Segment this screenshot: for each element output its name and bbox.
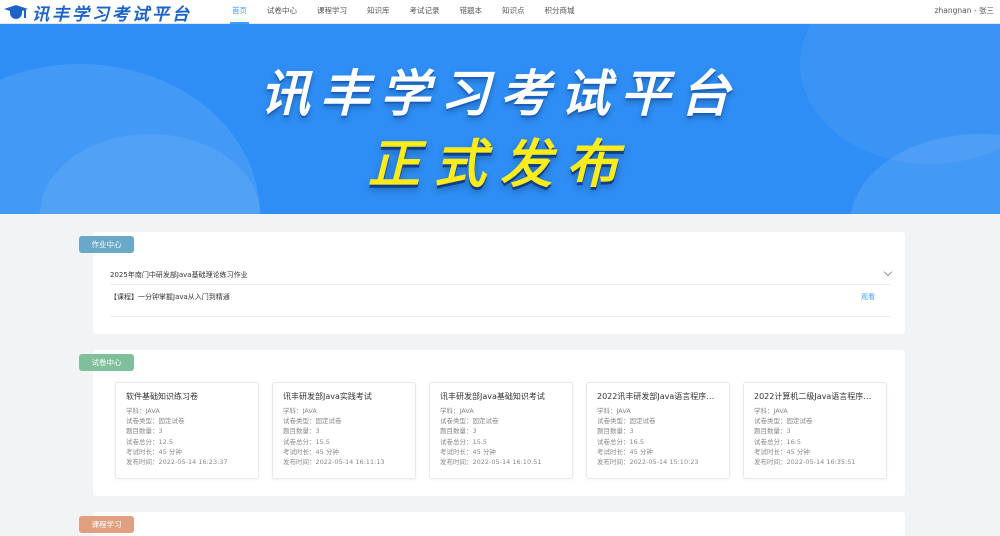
exam-card[interactable]: 2022计算机二级Java语言程序设计考试 学科：JAVA 试卷类型：固定试卷 … [743,382,887,479]
exam-card-type: 试卷类型：固定试卷 [597,417,656,426]
nav-item-exam-center[interactable]: 试卷中心 [257,0,307,24]
exam-card-count: 题目数量：3 [754,427,791,436]
exam-card-count: 题目数量：3 [597,427,634,436]
homework-section: 作业中心 2025年南门中研发部Java基础理论练习作业 【课程】一分钟掌握Ja… [79,232,905,334]
exam-section-tag: 试卷中心 [79,354,134,371]
exam-card[interactable]: 2022讯丰研发部Java语言程序设计考试 学科：JAVA 试卷类型：固定试卷 … [586,382,730,479]
nav-item-points-mall[interactable]: 积分商城 [535,0,585,24]
exam-card-duration: 考试时长：45 分钟 [126,447,182,456]
homework-item: 【课程】一分钟掌握Java从入门到精通 [110,293,230,301]
nav-item-knowledge-base[interactable]: 知识库 [357,0,400,24]
exam-card-published: 发布时间：2022-05-14 16:35:51 [754,458,856,467]
hero-banner: 讯丰学习考试平台 正式发布 [0,24,1000,214]
exam-card-title: 2022计算机二级Java语言程序设计考试 [754,392,876,401]
exam-card-title: 讯丰研发部Java基础知识考试 [440,392,545,401]
exam-card[interactable]: 讯丰研发部Java基础知识考试 学科：JAVA 试卷类型：固定试卷 题目数量：3… [429,382,573,479]
graduation-cap-icon [4,3,28,21]
homework-section-tag: 作业中心 [79,236,134,253]
exam-card-type: 试卷类型：固定试卷 [440,417,499,426]
exam-card-published: 发布时间：2022-05-14 16:11:13 [283,458,385,467]
course-section-tag: 课程学习 [79,516,134,533]
exam-card-subject: 学科：JAVA [597,407,631,415]
divider [110,316,891,317]
homework-group-title[interactable]: 2025年南门中研发部Java基础理论练习作业 [110,270,248,280]
exam-card-subject: 学科：JAVA [440,407,474,415]
exam-card-duration: 考试时长：45 分钟 [597,447,653,456]
exam-card-subject: 学科：JAVA [283,407,317,415]
nav-item-wrong-questions[interactable]: 错题本 [450,0,493,24]
exam-section: 试卷中心 软件基础知识练习卷 学科：JAVA 试卷类型：固定试卷 题目数量：3 … [79,350,905,496]
course-section: 课程学习 [79,512,905,536]
exam-card-score: 试卷总分：16.5 [754,437,801,446]
exam-card-duration: 考试时长：45 分钟 [440,447,496,456]
exam-card-count: 题目数量：3 [283,427,320,436]
exam-card-score: 试卷总分：16.5 [597,437,644,446]
nav-item-home[interactable]: 首页 [222,0,257,24]
exam-card-type: 试卷类型：固定试卷 [126,417,185,426]
divider [110,284,891,285]
top-navbar: 讯丰学习考试平台 首页 试卷中心 课程学习 知识库 考试记录 错题本 知识点 积… [0,0,1000,25]
exam-card-title: 讯丰研发部Java实践考试 [283,392,372,401]
exam-card-title: 2022讯丰研发部Java语言程序设计考试 [597,392,719,401]
nav-item-knowledge-points[interactable]: 知识点 [492,0,535,24]
exam-card-score: 试卷总分：15.5 [440,437,487,446]
exam-card-published: 发布时间：2022-05-14 15:10:23 [597,458,699,467]
exam-card-type: 试卷类型：固定试卷 [754,417,813,426]
watch-button[interactable]: 观看 [861,292,875,302]
banner-title: 讯丰学习考试平台 [260,65,740,123]
exam-card-score: 试卷总分：12.5 [126,437,173,446]
banner-subtitle: 正式发布 [367,135,632,195]
logo[interactable]: 讯丰学习考试平台 [4,1,192,25]
nav-menu: 首页 试卷中心 课程学习 知识库 考试记录 错题本 知识点 积分商城 [222,0,585,24]
user-menu[interactable]: zhangnan - 张三 [935,0,994,24]
exam-card-score: 试卷总分：15.5 [283,437,330,446]
logo-text: 讯丰学习考试平台 [32,4,192,25]
chevron-down-icon[interactable] [883,267,893,277]
exam-card-type: 试卷类型：固定试卷 [283,417,342,426]
exam-card-count: 题目数量：3 [440,427,477,436]
exam-card[interactable]: 软件基础知识练习卷 学科：JAVA 试卷类型：固定试卷 题目数量：3 试卷总分：… [115,382,259,479]
exam-card[interactable]: 讯丰研发部Java实践考试 学科：JAVA 试卷类型：固定试卷 题目数量：3 试… [272,382,416,479]
nav-item-course-study[interactable]: 课程学习 [307,0,357,24]
exam-card-published: 发布时间：2022-05-14 16:10:51 [440,458,542,467]
exam-card-duration: 考试时长：45 分钟 [754,447,810,456]
exam-card-duration: 考试时长：45 分钟 [283,447,339,456]
exam-card-subject: 学科：JAVA [126,407,160,415]
exam-card-title: 软件基础知识练习卷 [126,392,198,401]
exam-card-subject: 学科：JAVA [754,407,788,415]
nav-item-exam-records[interactable]: 考试记录 [400,0,450,24]
exam-card-published: 发布时间：2022-05-14 16:23:37 [126,458,228,467]
exam-card-count: 题目数量：3 [126,427,163,436]
